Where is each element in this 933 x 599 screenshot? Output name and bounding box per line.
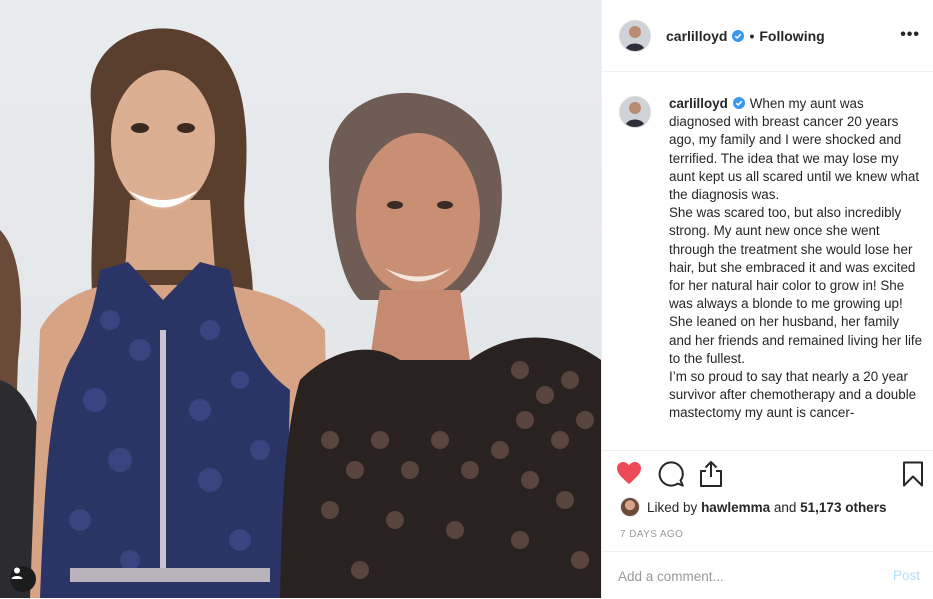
heart-icon <box>617 462 641 484</box>
post-photo[interactable] <box>0 0 601 598</box>
avatar-image <box>620 97 650 127</box>
share-button[interactable] <box>698 460 724 493</box>
bookmark-icon <box>903 461 923 487</box>
comment-button[interactable] <box>658 461 684 492</box>
user-tag-button[interactable] <box>10 566 36 592</box>
post-timestamp[interactable]: 7 DAYS AGO <box>620 529 683 540</box>
post-actions: Liked by hawlemma and 51,173 others 7 DA… <box>602 450 933 598</box>
comment-input[interactable] <box>618 566 868 586</box>
header-user-row: carlilloyd • Following <box>666 28 825 44</box>
comment-form: Post <box>602 551 933 599</box>
verified-badge-icon <box>732 30 745 42</box>
caption-section: carlilloyd When my aunt was diagnosed wit… <box>602 72 933 450</box>
verified-badge-icon <box>732 97 745 109</box>
share-upload-icon <box>700 461 722 487</box>
likes-others-count[interactable]: 51,173 others <box>800 500 886 515</box>
avatar-image <box>620 21 650 51</box>
caption-username[interactable]: carlilloyd <box>669 96 728 111</box>
likes-prefix: Liked by <box>647 499 698 515</box>
author-avatar[interactable] <box>619 20 651 52</box>
caption-line: When my aunt was diagnosed with breast c… <box>669 96 923 203</box>
caption-author-avatar[interactable] <box>619 96 651 128</box>
post-header: carlilloyd • Following ••• <box>602 0 933 72</box>
post-comment-button[interactable]: Post <box>893 568 920 583</box>
following-button[interactable]: Following <box>759 28 824 44</box>
like-button[interactable] <box>616 461 642 490</box>
caption-paragraph: carlilloyd When my aunt was diagnosed wit… <box>669 95 925 204</box>
caption-paragraph: I’m so proud to say that nearly a 20 yea… <box>669 369 920 421</box>
speech-bubble-icon <box>658 461 684 487</box>
liker-username[interactable]: hawlemma <box>701 500 770 515</box>
likes-middle: and <box>773 499 797 515</box>
caption-text: carlilloyd When my aunt was diagnosed wit… <box>669 95 925 423</box>
post-side-panel: carlilloyd • Following ••• carlilloyd Whe… <box>601 0 933 598</box>
likes-summary[interactable]: Liked by hawlemma and 51,173 others <box>620 497 886 517</box>
save-button[interactable] <box>902 461 924 492</box>
more-options-icon[interactable]: ••• <box>900 26 920 44</box>
photo-illustration <box>0 28 601 598</box>
caption-paragraph: She was scared too, but also incredibly … <box>669 205 926 366</box>
author-username[interactable]: carlilloyd <box>666 28 727 44</box>
separator-dot: • <box>749 28 755 44</box>
liker-avatar <box>620 497 640 517</box>
person-icon <box>11 567 23 579</box>
